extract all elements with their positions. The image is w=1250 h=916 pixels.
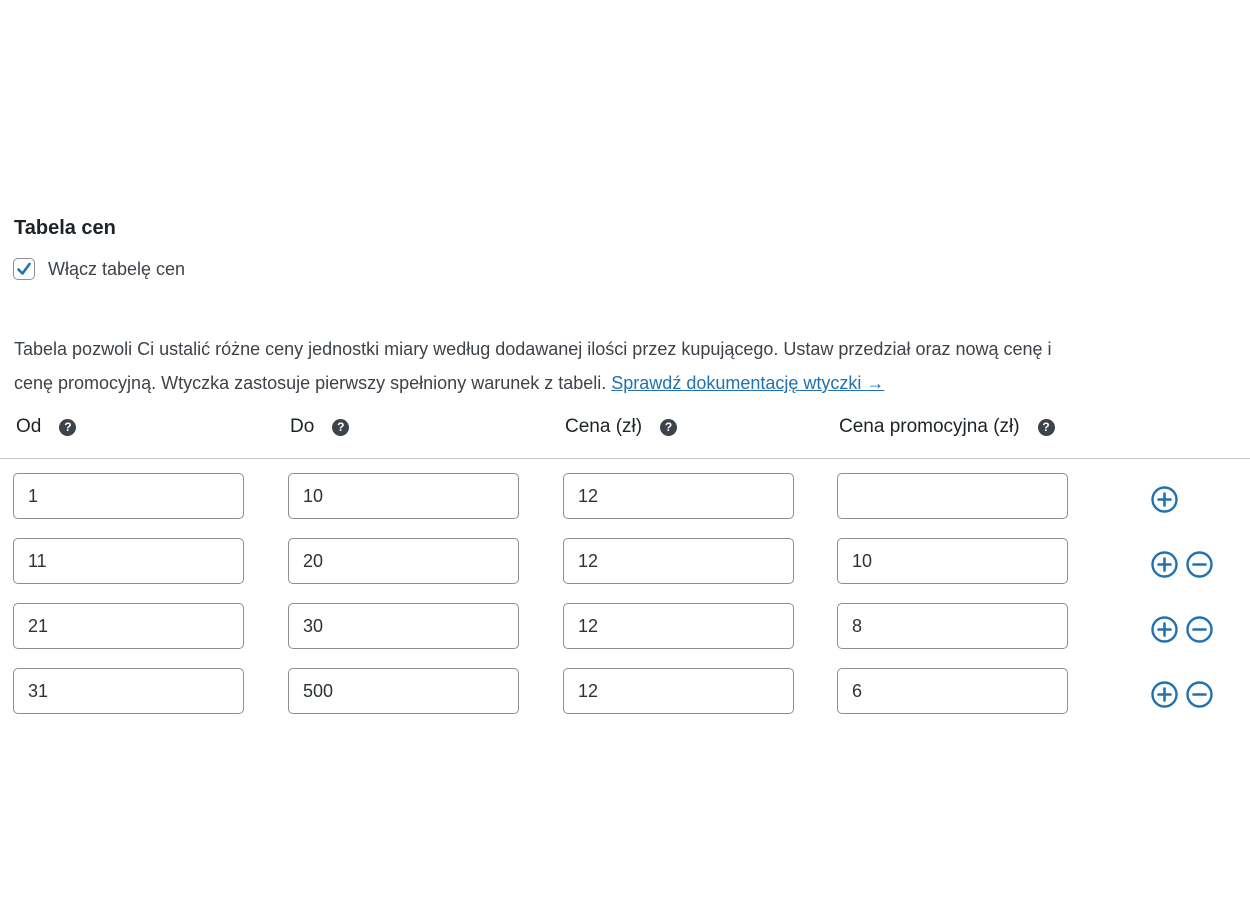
row-actions <box>1150 680 1214 709</box>
enable-price-table-label: Włącz tabelę cen <box>48 259 186 279</box>
row-actions <box>1150 615 1214 644</box>
plus-circle-icon <box>1151 486 1178 513</box>
help-icon[interactable]: ? <box>332 418 350 436</box>
description-text: Tabela pozwoli Ci ustalić różne ceny jed… <box>14 332 1244 400</box>
column-header-from: Od ? <box>16 416 77 438</box>
description-line-1: Tabela pozwoli Ci ustalić różne ceny jed… <box>14 339 1052 359</box>
price-row <box>0 603 1250 650</box>
section-title: Tabela cen <box>14 217 116 239</box>
enable-price-table-toggle[interactable]: Włącz tabelę cen <box>13 256 185 282</box>
row-actions <box>1150 485 1179 514</box>
price-table-header: Od ? Do ? Cena (zł) ? Cena promocyjna (z… <box>0 412 1250 459</box>
description-line-2: cenę promocyjną. Wtyczka zastosuje pierw… <box>14 373 607 393</box>
price-row <box>0 538 1250 585</box>
add-row-button[interactable] <box>1150 615 1179 644</box>
sale-price-input[interactable] <box>837 538 1068 584</box>
minus-circle-icon <box>1186 551 1213 578</box>
plus-circle-icon <box>1151 551 1178 578</box>
from-input[interactable] <box>13 473 244 519</box>
remove-row-button[interactable] <box>1185 615 1214 644</box>
plus-circle-icon <box>1151 616 1178 643</box>
to-input[interactable] <box>288 473 519 519</box>
price-input[interactable] <box>563 603 794 649</box>
to-input[interactable] <box>288 538 519 584</box>
column-header-to-label: Do <box>290 416 315 437</box>
plus-circle-icon <box>1151 681 1178 708</box>
sale-price-input[interactable] <box>837 473 1068 519</box>
column-header-to: Do ? <box>290 416 350 438</box>
add-row-button[interactable] <box>1150 550 1179 579</box>
checkmark-icon <box>17 262 31 275</box>
help-icon[interactable]: ? <box>1037 418 1055 436</box>
column-header-sale-price-label: Cena promocyjna (zł) <box>839 416 1020 437</box>
price-row <box>0 473 1250 520</box>
remove-row-button[interactable] <box>1185 550 1214 579</box>
help-icon[interactable]: ? <box>59 418 77 436</box>
price-input[interactable] <box>563 538 794 584</box>
add-row-button[interactable] <box>1150 485 1179 514</box>
add-row-button[interactable] <box>1150 680 1179 709</box>
sale-price-input[interactable] <box>837 668 1068 714</box>
documentation-link[interactable]: Sprawdź dokumentację wtyczki → <box>611 373 884 393</box>
column-header-price: Cena (zł) ? <box>565 416 678 438</box>
to-input[interactable] <box>288 668 519 714</box>
column-header-sale-price: Cena promocyjna (zł) ? <box>839 416 1055 438</box>
row-actions <box>1150 550 1214 579</box>
price-row <box>0 668 1250 715</box>
column-header-from-label: Od <box>16 416 42 437</box>
sale-price-input[interactable] <box>837 603 1068 649</box>
from-input[interactable] <box>13 538 244 584</box>
from-input[interactable] <box>13 603 244 649</box>
minus-circle-icon <box>1186 681 1213 708</box>
column-header-price-label: Cena (zł) <box>565 416 643 437</box>
price-input[interactable] <box>563 473 794 519</box>
enable-price-table-checkbox[interactable] <box>13 258 35 280</box>
minus-circle-icon <box>1186 616 1213 643</box>
help-icon[interactable]: ? <box>660 418 678 436</box>
remove-row-button[interactable] <box>1185 680 1214 709</box>
from-input[interactable] <box>13 668 244 714</box>
to-input[interactable] <box>288 603 519 649</box>
price-input[interactable] <box>563 668 794 714</box>
